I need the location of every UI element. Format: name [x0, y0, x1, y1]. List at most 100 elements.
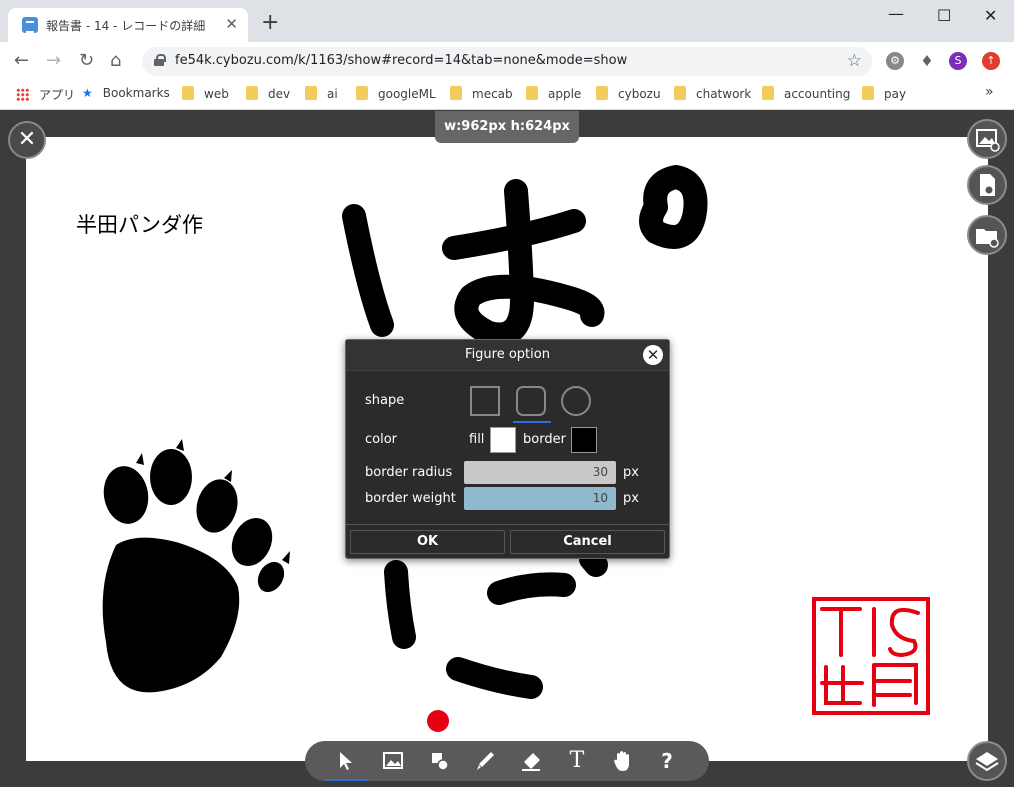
image-tool[interactable] [377, 747, 409, 775]
author-text: 半田パンダ作 [76, 213, 204, 237]
bookmark-mecab[interactable]: mecab [450, 86, 513, 101]
layers-button[interactable] [967, 741, 1007, 781]
brush-icon [477, 752, 494, 770]
bookmark-bookmarks[interactable]: ★ Bookmarks [82, 86, 170, 100]
shape-option-rounded-square[interactable] [513, 386, 551, 423]
url-text: fe54k.cybozu.com/k/1163/show#record=14&t… [175, 53, 628, 68]
hand-tool[interactable] [607, 747, 639, 775]
bookmark-chatwork[interactable]: chatwork [674, 86, 751, 101]
bookmark-apps[interactable]: アプリ [16, 86, 75, 103]
bookmarks-bar: アプリ ★ Bookmarks web dev ai googleML mecab… [0, 80, 1014, 110]
shape-option-square[interactable] [470, 386, 500, 416]
settings-extension-icon[interactable]: ⚙ [886, 52, 904, 70]
folder-icon [246, 86, 258, 100]
pen-tool[interactable] [469, 747, 501, 775]
folder-icon [596, 86, 608, 100]
divider [346, 370, 669, 371]
tab-strip: 報告書 - 14 - レコードの詳細 ✕ + — ☐ ✕ [0, 0, 1014, 42]
forward-icon[interactable]: → [46, 50, 61, 71]
insert-image-button[interactable] [967, 119, 1007, 159]
bookmark-pay[interactable]: pay [862, 86, 906, 101]
new-tab-button[interactable]: + [261, 10, 279, 35]
bookmark-cybozu[interactable]: cybozu [596, 86, 661, 101]
window-close-icon[interactable]: ✕ [984, 6, 997, 25]
folder-icon [526, 86, 538, 100]
help-tool[interactable]: ? [651, 747, 683, 775]
red-seal-stamp [812, 597, 930, 715]
shape-label: shape [365, 393, 405, 408]
tab-close-icon[interactable]: ✕ [225, 15, 238, 33]
border-color-swatch[interactable] [571, 427, 597, 453]
browser-toolbar: ← → ↻ ⌂ fe54k.cybozu.com/k/1163/show#rec… [0, 42, 1014, 80]
eraser-icon [522, 753, 540, 771]
apps-grid-icon [16, 88, 29, 101]
dialog-title: Figure option [465, 347, 550, 362]
bookmark-web[interactable]: web [182, 86, 229, 101]
ok-button[interactable]: OK [350, 530, 505, 554]
save-file-button[interactable] [967, 165, 1007, 205]
back-icon[interactable]: ← [14, 50, 29, 71]
fill-label: fill [469, 432, 485, 447]
extensions-puzzle-icon[interactable]: ♦ [918, 52, 936, 70]
border-radius-unit: px [623, 465, 639, 480]
kintone-favicon-icon [22, 17, 38, 33]
border-radius-slider[interactable]: 30 [464, 461, 616, 484]
folder-icon [356, 86, 368, 100]
border-radius-label: border radius [365, 465, 453, 480]
dialog-header: Figure option ✕ [346, 340, 669, 370]
eraser-tool[interactable] [515, 747, 547, 775]
layers-icon [975, 752, 999, 772]
hand-icon [614, 751, 629, 771]
dialog-close-button[interactable]: ✕ [643, 345, 663, 365]
open-folder-button[interactable] [967, 215, 1007, 255]
folder-icon [862, 86, 874, 100]
file-save-icon [980, 174, 995, 196]
color-label: color [365, 432, 398, 447]
home-icon[interactable]: ⌂ [110, 50, 121, 71]
folder-icon [182, 86, 194, 100]
red-dot-marker [427, 710, 449, 732]
folder-icon [762, 86, 774, 100]
bookmark-star-icon[interactable]: ☆ [847, 51, 862, 71]
fill-color-swatch[interactable] [490, 427, 516, 453]
update-icon[interactable]: ↑ [982, 52, 1000, 70]
address-bar[interactable]: fe54k.cybozu.com/k/1163/show#record=14&t… [142, 47, 872, 76]
folder-icon [305, 86, 317, 100]
shape-option-circle[interactable] [561, 386, 591, 416]
bookmarks-overflow-icon[interactable]: » [985, 84, 994, 100]
folder-open-icon [976, 229, 999, 248]
text-tool[interactable]: T [561, 747, 593, 775]
border-weight-slider[interactable]: 10 [464, 487, 616, 510]
profile-avatar[interactable]: S [949, 52, 967, 70]
divider [346, 524, 669, 525]
close-editor-button[interactable]: ✕ [8, 121, 46, 159]
bookmark-ai[interactable]: ai [305, 86, 338, 101]
cursor-arrow-icon [340, 752, 352, 770]
maximize-icon[interactable]: ☐ [937, 6, 951, 25]
close-icon: ✕ [17, 127, 37, 152]
drawing-toolbar: T ? [305, 741, 709, 781]
bookmark-accounting[interactable]: accounting [762, 86, 850, 101]
folder-icon [450, 86, 462, 100]
folder-icon [674, 86, 686, 100]
shape-tool[interactable] [423, 747, 455, 775]
lock-icon [154, 54, 166, 66]
bookmark-googleml[interactable]: googleML [356, 86, 436, 101]
bookmark-dev[interactable]: dev [246, 86, 290, 101]
bookmark-apple[interactable]: apple [526, 86, 581, 101]
canvas-size-indicator: w:962px h:624px [435, 111, 579, 143]
figure-option-dialog: Figure option ✕ shape color fill border … [345, 339, 670, 559]
reload-icon[interactable]: ↻ [79, 50, 94, 71]
cancel-button[interactable]: Cancel [510, 530, 665, 554]
star-icon: ★ [82, 86, 93, 100]
close-icon: ✕ [646, 346, 660, 364]
shapes-icon [432, 753, 449, 771]
select-tool[interactable] [325, 747, 367, 781]
image-add-icon [976, 129, 1000, 152]
border-weight-label: border weight [365, 491, 456, 506]
tab-title: 報告書 - 14 - レコードの詳細 [46, 19, 206, 33]
border-weight-unit: px [623, 491, 639, 506]
border-color-label: border [523, 432, 566, 447]
browser-tab[interactable]: 報告書 - 14 - レコードの詳細 ✕ [8, 8, 248, 42]
minimize-icon[interactable]: — [888, 4, 904, 23]
